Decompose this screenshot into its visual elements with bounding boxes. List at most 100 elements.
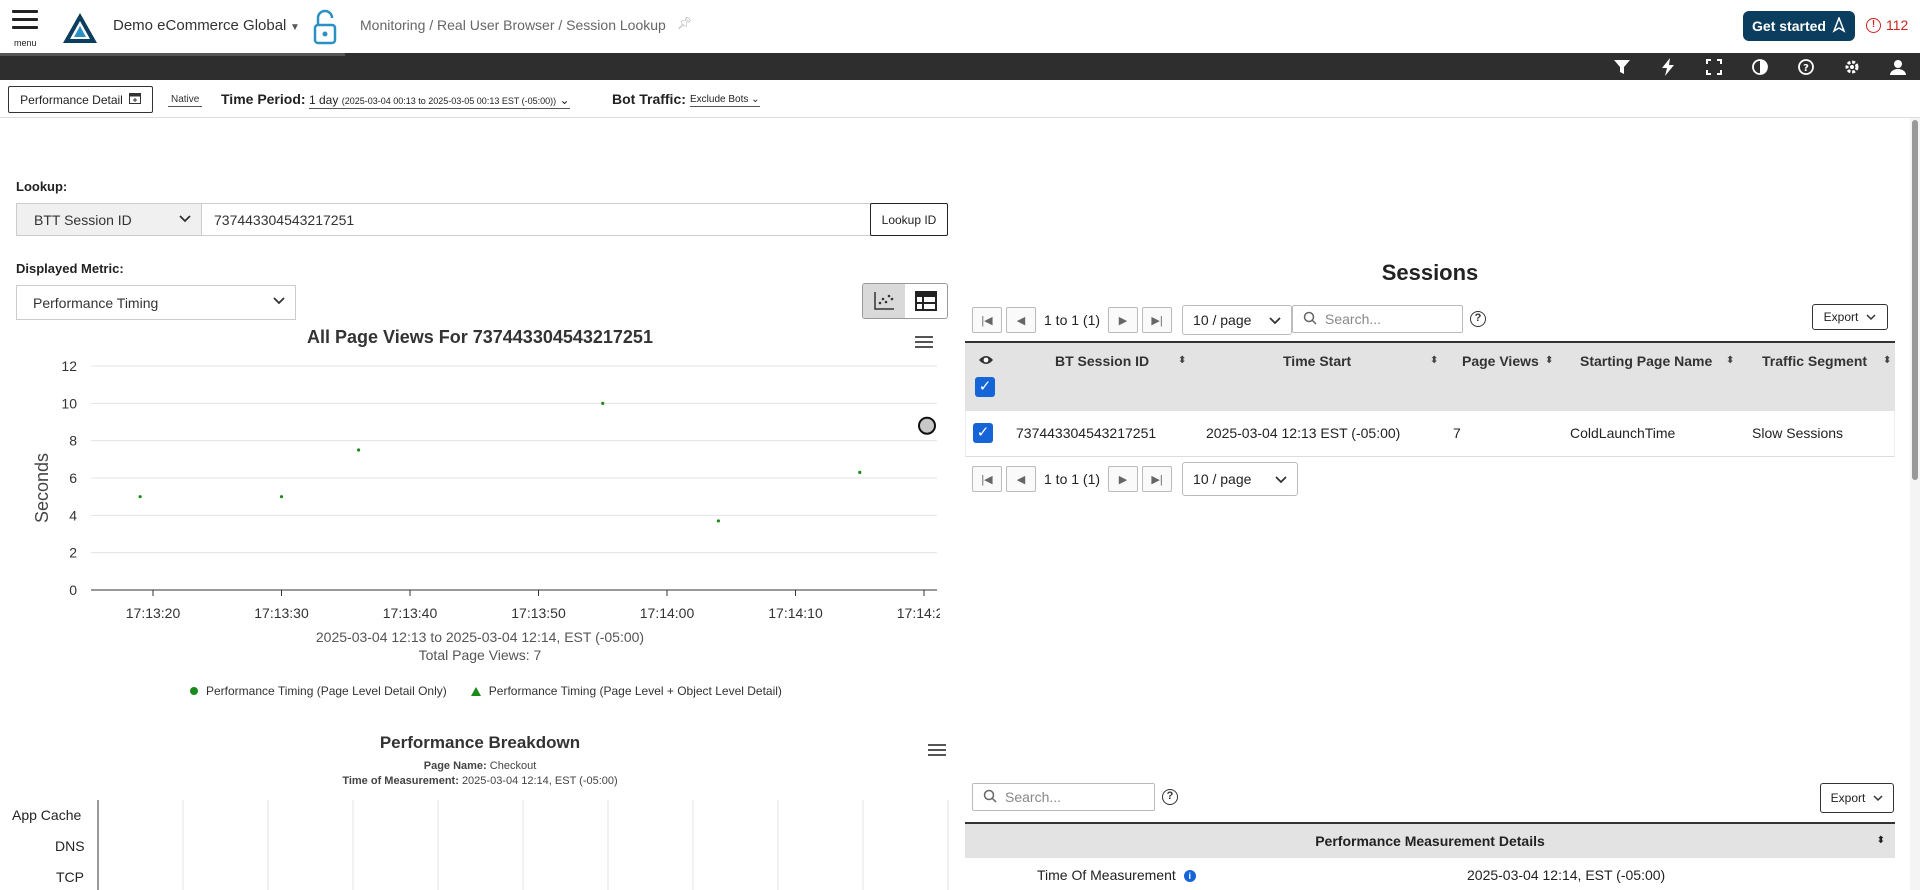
- toolbar: ?: [0, 53, 1920, 80]
- sort-icon[interactable]: ⬍: [1178, 355, 1186, 366]
- scrollbar-thumb[interactable]: [1912, 120, 1918, 480]
- column-header[interactable]: Page Views: [1462, 353, 1539, 369]
- chart-total: Total Page Views: 7: [418, 647, 542, 663]
- sessions-title: Sessions: [1381, 260, 1479, 285]
- pin-icon[interactable]: 📌︎: [677, 16, 692, 30]
- lookup-id-input[interactable]: 737443304543217251: [201, 203, 871, 236]
- details-row-label: Time Of Measurement i: [1037, 867, 1196, 883]
- per-page-select[interactable]: 10 / page: [1182, 305, 1293, 335]
- first-page-icon[interactable]: |◀: [972, 466, 1002, 492]
- details-table-header: Performance Measurement Details ⬍: [965, 822, 1895, 858]
- rocket-icon: [1832, 15, 1846, 36]
- details-row: Time Of Measurement i 2025-03-04 12:14, E…: [965, 858, 1895, 890]
- help-icon[interactable]: ?: [1470, 311, 1486, 327]
- lookup-label: Lookup:: [16, 179, 68, 194]
- table-row[interactable]: ✓ 737443304543217251 2025-03-04 12:13 ES…: [965, 411, 1895, 457]
- next-page-icon[interactable]: ▶: [1108, 466, 1139, 492]
- sessions-pager-top: |◀ ◀ 1 to 1 (1) ▶ ▶| 10 / page: [972, 305, 1293, 335]
- scatter-view-icon[interactable]: [863, 284, 905, 318]
- page-scrollbar[interactable]: [1910, 118, 1920, 890]
- displayed-metric-select[interactable]: Performance Timing: [16, 285, 296, 320]
- alerts-indicator[interactable]: ! 112: [1866, 17, 1908, 33]
- column-header[interactable]: Starting Page Name: [1580, 353, 1712, 369]
- chart-menu-icon[interactable]: [915, 336, 933, 350]
- chart-title: All Page Views For 737443304543217251: [307, 327, 653, 347]
- per-page-select[interactable]: 10 / page: [1182, 462, 1299, 496]
- breakdown-chart: [97, 800, 949, 890]
- row-checkbox[interactable]: ✓: [973, 423, 993, 443]
- sort-icon[interactable]: ⬍: [1430, 355, 1438, 366]
- per-page-value: 10 / page: [1193, 312, 1252, 328]
- export-label: Export: [1830, 791, 1866, 805]
- traffic-segment-cell: Slow Sessions: [1752, 425, 1844, 441]
- sort-icon[interactable]: ⬍: [1883, 355, 1891, 366]
- help-icon[interactable]: ?: [1794, 56, 1818, 78]
- y-tick-label: 12: [61, 358, 77, 374]
- table-view-icon[interactable]: [905, 284, 947, 318]
- performance-detail-button[interactable]: Performance Detail: [8, 86, 153, 113]
- sort-icon[interactable]: ⬍: [1726, 355, 1734, 366]
- breakdown-row-label: App Cache: [12, 807, 82, 823]
- fullscreen-icon[interactable]: [1702, 56, 1726, 78]
- details-export-button[interactable]: Export: [1820, 783, 1894, 813]
- select-all-checkbox[interactable]: ✓: [975, 377, 995, 397]
- sessions-table: ✓ BT Session ID ⬍ Time Start ⬍ Page View…: [965, 341, 1895, 457]
- menu-button[interactable]: menu: [12, 10, 42, 50]
- data-point: [138, 495, 142, 499]
- settings-icon[interactable]: [1840, 56, 1864, 78]
- legend-label: Performance Timing (Page Level Detail On…: [206, 684, 447, 698]
- details-search-input[interactable]: Search...: [972, 783, 1155, 811]
- time-period-range: (2025-03-04 00:13 to 2025-03-05 00:13 ES…: [341, 96, 557, 106]
- breadcrumb: Monitoring / Real User Browser / Session…: [360, 17, 666, 33]
- sort-icon[interactable]: ⬍: [1545, 355, 1553, 366]
- displayed-metric-label: Displayed Metric:: [16, 261, 124, 276]
- table-header: ✓ BT Session ID ⬍ Time Start ⬍ Page View…: [965, 343, 1895, 411]
- last-page-icon[interactable]: ▶|: [1142, 466, 1173, 492]
- session-id-cell[interactable]: 737443304543217251: [1016, 425, 1156, 441]
- eye-icon[interactable]: [978, 353, 994, 369]
- x-tick-label: 17:13:20: [126, 605, 181, 620]
- sessions-export-button[interactable]: Export: [1812, 304, 1888, 330]
- y-tick-label: 6: [69, 470, 77, 486]
- lookup-id-button[interactable]: Lookup ID: [870, 203, 948, 236]
- first-page-icon[interactable]: |◀: [972, 307, 1002, 333]
- svg-text:?: ?: [1803, 63, 1809, 74]
- org-name[interactable]: Demo eCommerce Global: [113, 17, 286, 34]
- help-icon[interactable]: ?: [1162, 789, 1178, 805]
- sessions-search-input[interactable]: Search...: [1292, 305, 1463, 333]
- column-header[interactable]: Time Start: [1283, 353, 1351, 369]
- details-header-label[interactable]: Performance Measurement Details: [1315, 833, 1545, 849]
- y-axis-label: Seconds: [32, 453, 52, 523]
- bot-traffic-select[interactable]: Exclude Bots ⌄: [690, 94, 760, 107]
- get-started-button[interactable]: Get started: [1743, 11, 1855, 41]
- contrast-icon[interactable]: [1748, 56, 1772, 78]
- breakdown-menu-icon[interactable]: [928, 744, 946, 758]
- filter-icon[interactable]: [1610, 56, 1634, 78]
- legend-item-object-level[interactable]: Performance Timing (Page Level + Object …: [470, 684, 782, 698]
- time-period-select[interactable]: 1 day (2025-03-04 00:13 to 2025-03-05 00…: [309, 93, 570, 109]
- unlock-icon[interactable]: [312, 9, 338, 50]
- logo-icon[interactable]: [62, 12, 98, 49]
- info-icon[interactable]: i: [1183, 870, 1196, 882]
- time-period-value: 1 day: [309, 93, 339, 107]
- window-icon: [128, 92, 141, 107]
- chevron-down-icon: [1873, 791, 1883, 805]
- details-row-value: 2025-03-04 12:14, EST (-05:00): [1467, 867, 1666, 883]
- last-page-icon[interactable]: ▶|: [1142, 307, 1173, 333]
- top-bar: menu Demo eCommerce Global ▼ Monitoring …: [0, 0, 1920, 53]
- prev-page-icon[interactable]: ◀: [1006, 466, 1036, 492]
- caret-down-icon[interactable]: ▼: [290, 22, 300, 33]
- data-point: [716, 519, 721, 523]
- breakdown-time: Time of Measurement: 2025-03-04 12:14, E…: [230, 775, 730, 787]
- native-toggle[interactable]: Native: [168, 94, 203, 107]
- lookup-type-select[interactable]: BTT Session ID: [16, 203, 202, 236]
- next-page-icon[interactable]: ▶: [1108, 307, 1139, 333]
- column-header[interactable]: BT Session ID: [1055, 353, 1149, 369]
- sort-icon[interactable]: ⬍: [1877, 824, 1885, 858]
- column-header[interactable]: Traffic Segment: [1762, 353, 1867, 369]
- legend-item-page-level[interactable]: Performance Timing (Page Level Detail On…: [190, 684, 447, 698]
- bot-traffic-label: Bot Traffic:: [612, 91, 686, 107]
- lightning-icon[interactable]: [1656, 56, 1680, 78]
- prev-page-icon[interactable]: ◀: [1006, 307, 1036, 333]
- user-icon[interactable]: [1886, 56, 1910, 78]
